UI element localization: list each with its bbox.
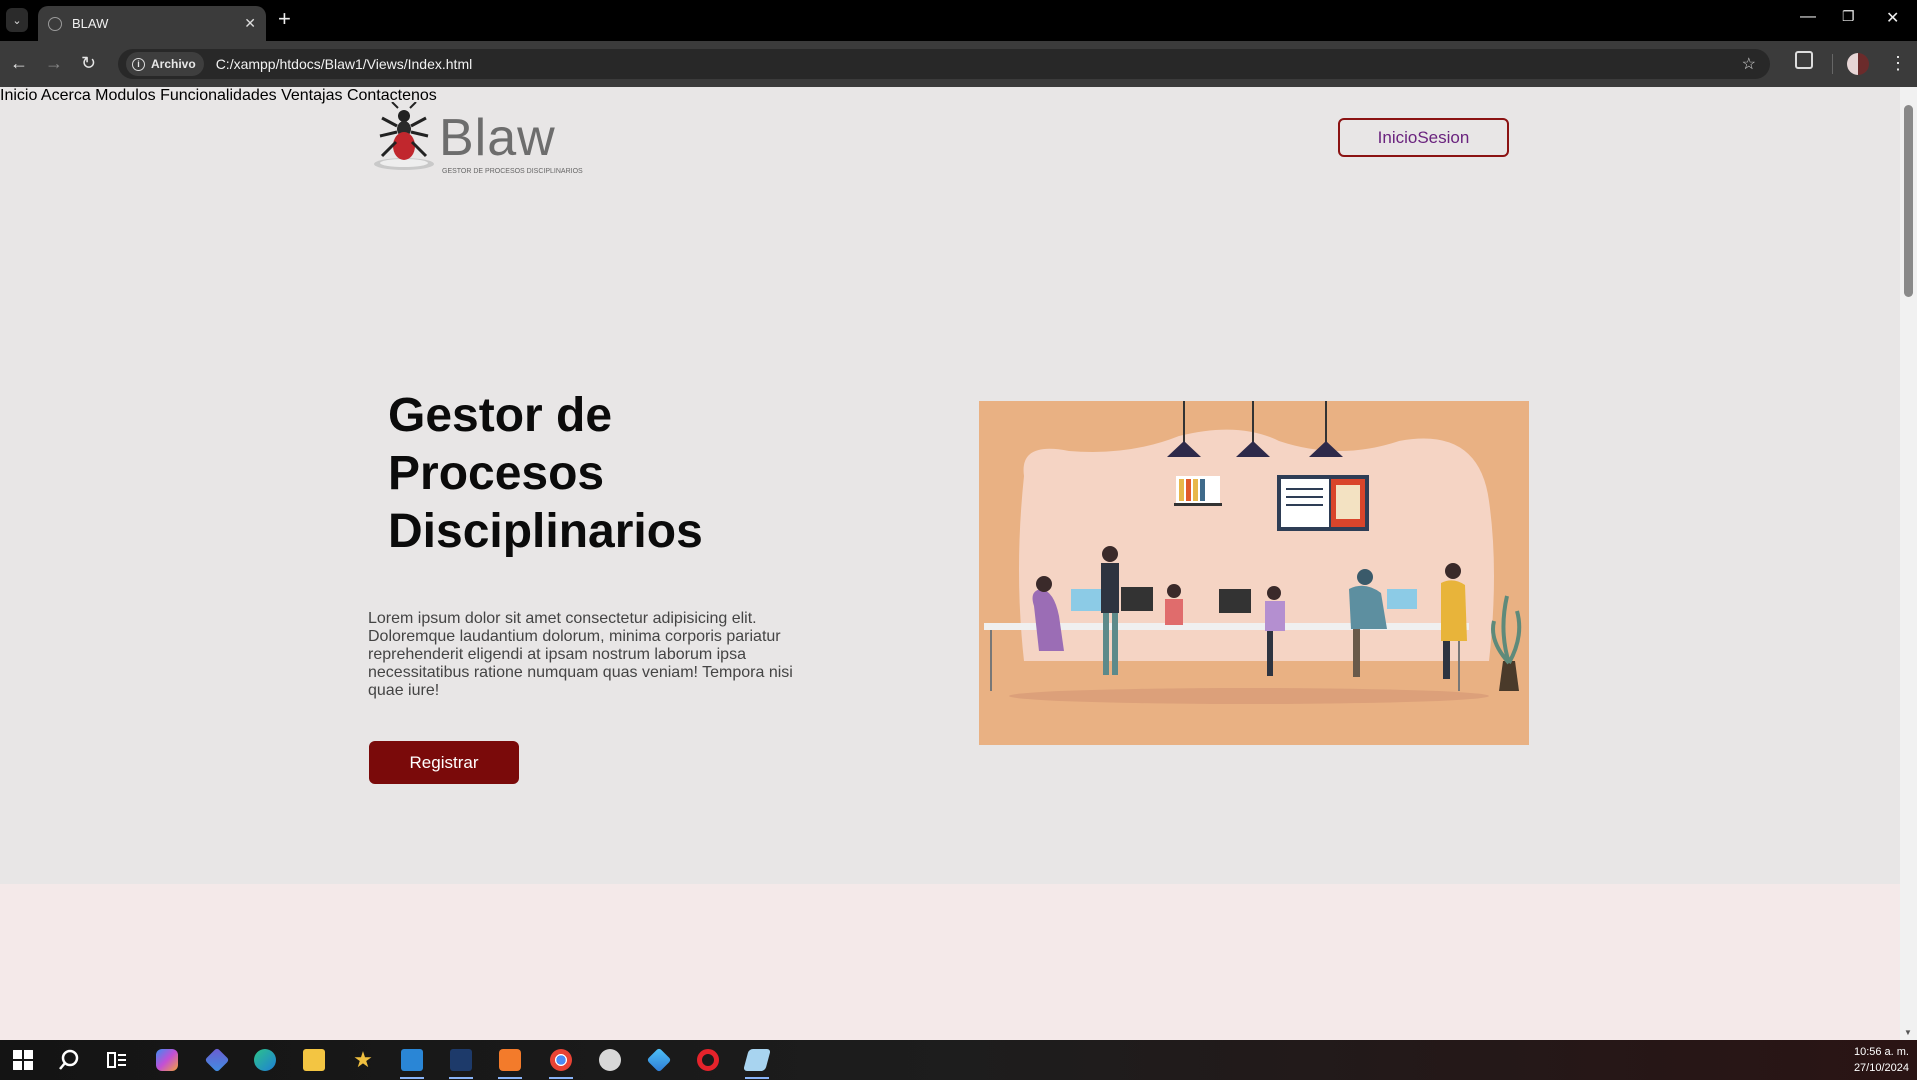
browser-tab[interactable]: BLAW ✕ <box>38 6 266 41</box>
browser-toolbar: ← → ↻ i Archivo C:/xampp/htdocs/Blaw1/Vi… <box>0 41 1917 87</box>
nav-acerca[interactable]: Acerca <box>41 87 91 104</box>
page-scrollbar[interactable]: ▼ <box>1900 87 1917 1040</box>
bookmark-star-icon[interactable]: ☆ <box>1742 54 1756 74</box>
task-view-icon[interactable] <box>106 1049 128 1071</box>
file-explorer-icon[interactable] <box>303 1049 325 1071</box>
url-text[interactable]: C:/xampp/htdocs/Blaw1/Views/Index.html <box>216 56 473 72</box>
active-indicator <box>400 1077 424 1079</box>
hero-title: Gestor de Procesos Disciplinarios <box>388 387 848 561</box>
edge-browser-icon[interactable] <box>254 1049 276 1071</box>
opera-icon[interactable] <box>697 1049 719 1071</box>
toolbar-divider <box>1832 54 1833 74</box>
site-logo[interactable]: Blaw GESTOR DE PROCESOS DISCIPLINARIOS <box>372 102 583 175</box>
active-indicator <box>745 1077 769 1079</box>
hero-title-line: Disciplinarios <box>388 505 703 558</box>
next-section <box>0 884 1900 1040</box>
nav-inicio[interactable]: Inicio <box>0 87 37 104</box>
forward-icon[interactable]: → <box>45 52 63 74</box>
nav-modulos[interactable]: Modulos <box>95 87 155 104</box>
hero-title-line: Gestor de <box>388 389 613 442</box>
nav-ventajas[interactable]: Ventajas <box>281 87 342 104</box>
system-clock[interactable]: 10:56 a. m. 27/10/2024 <box>1854 1044 1909 1076</box>
minimize-icon[interactable]: — <box>1800 8 1816 26</box>
close-tab-icon[interactable]: ✕ <box>244 15 256 32</box>
active-indicator <box>498 1077 522 1079</box>
database-app-icon[interactable] <box>599 1049 621 1071</box>
scroll-down-arrow-icon[interactable]: ▼ <box>1904 1028 1912 1037</box>
ant-logo-icon <box>374 102 434 170</box>
star-app-icon[interactable]: ★ <box>352 1049 374 1071</box>
scrollbar-thumb[interactable] <box>1904 105 1913 297</box>
logo-tagline: GESTOR DE PROCESOS DISCIPLINARIOS <box>442 168 583 175</box>
clock-time: 10:56 a. m. <box>1853 1046 1909 1058</box>
site-info-chip[interactable]: i Archivo <box>126 52 204 76</box>
hero-description: Lorem ipsum dolor sit amet consectetur a… <box>368 610 793 699</box>
notepad-icon[interactable] <box>743 1049 771 1071</box>
tab-title: BLAW <box>72 16 109 31</box>
active-indicator <box>449 1077 473 1079</box>
windows-start-icon[interactable] <box>12 1049 34 1071</box>
register-button[interactable]: Registrar <box>369 741 519 784</box>
profile-avatar[interactable] <box>1847 53 1869 75</box>
active-indicator <box>549 1077 573 1079</box>
app-hexagon-icon[interactable] <box>204 1047 230 1073</box>
clock-date: 27/10/2024 <box>1853 1062 1909 1074</box>
office-team-illustration <box>979 401 1529 745</box>
sql-app-icon[interactable] <box>450 1049 472 1071</box>
restore-icon[interactable]: ❐ <box>1842 8 1855 25</box>
login-button[interactable]: InicioSesion <box>1338 118 1509 157</box>
window-close-icon[interactable]: ✕ <box>1886 8 1899 28</box>
page-viewport: Blaw GESTOR DE PROCESOS DISCIPLINARIOS I… <box>0 87 1900 1040</box>
search-icon[interactable] <box>58 1049 80 1071</box>
main-nav: Inicio Acerca Modulos Funcionalidades Ve… <box>0 87 1900 105</box>
xampp-icon[interactable] <box>499 1049 521 1071</box>
copilot-icon[interactable] <box>156 1049 178 1071</box>
back-icon[interactable]: ← <box>10 52 28 74</box>
logo-wordmark: Blaw <box>439 109 556 167</box>
nav-funcionalidades[interactable]: Funcionalidades <box>160 87 277 104</box>
info-icon: i <box>132 57 145 71</box>
extensions-icon[interactable] <box>1795 51 1813 69</box>
windows-taskbar: ★ 10:56 a. m. 27/10/2024 <box>0 1040 1917 1080</box>
reload-icon[interactable]: ↻ <box>81 52 96 74</box>
chrome-icon[interactable] <box>550 1049 572 1071</box>
new-tab-icon[interactable]: + <box>278 8 291 30</box>
menu-kebab-icon[interactable]: ⋮ <box>1889 53 1907 74</box>
globe-icon <box>48 16 62 31</box>
tab-search-chevron-icon[interactable]: ⌄ <box>6 8 28 32</box>
browser-tab-bar: ⌄ BLAW ✕ + — ❐ ✕ <box>0 0 1917 41</box>
cube-app-icon[interactable] <box>646 1047 672 1073</box>
address-bar[interactable]: i Archivo C:/xampp/htdocs/Blaw1/Views/In… <box>118 49 1770 79</box>
hero-title-line: Procesos <box>388 447 605 500</box>
vscode-icon[interactable] <box>401 1049 423 1071</box>
site-chip-label: Archivo <box>151 57 196 71</box>
